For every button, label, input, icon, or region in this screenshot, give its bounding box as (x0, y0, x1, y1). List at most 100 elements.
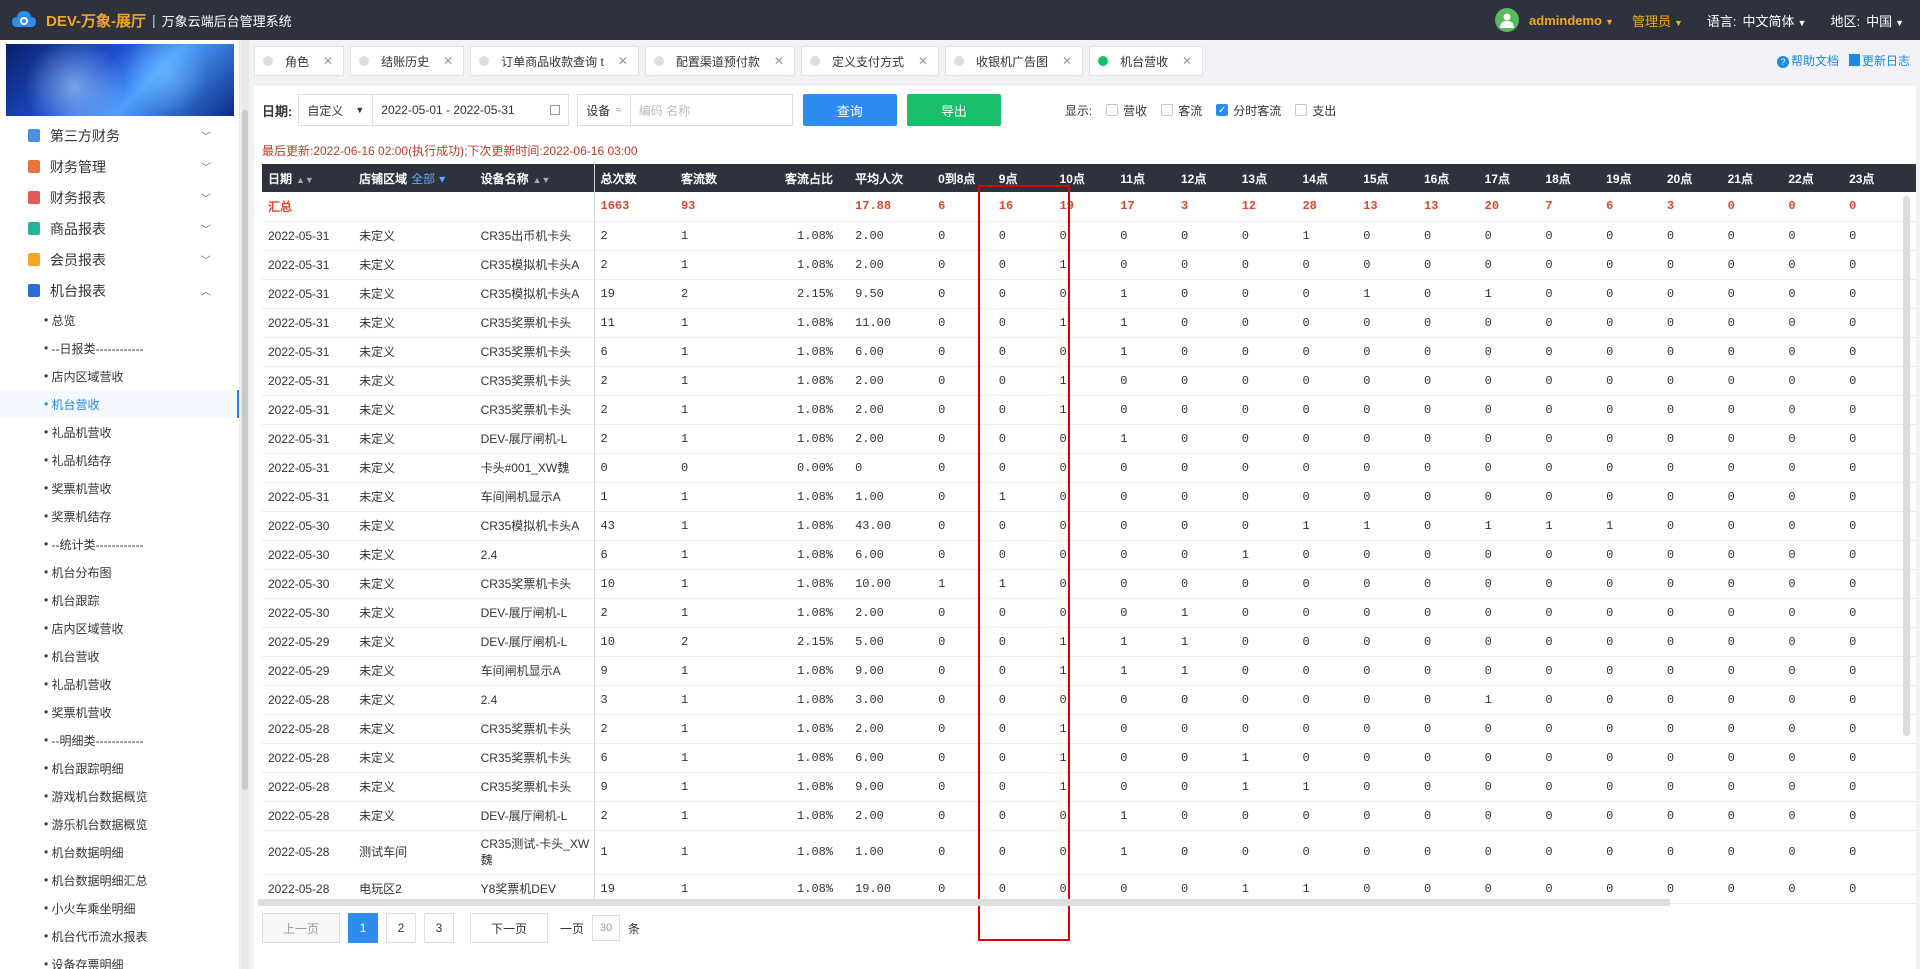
header-hour[interactable]: 19点 (1600, 164, 1661, 192)
next-page-button[interactable]: 下一页 (470, 913, 549, 943)
close-icon[interactable]: ✕ (443, 54, 453, 68)
user-avatar-icon[interactable] (1495, 8, 1520, 32)
table-row[interactable]: 2022-05-31 未定义 CR35奖票机卡头 6 1 1.08% 6.00 0 0 0 1 0 0 0… (262, 337, 1916, 367)
sidebar-sub-item[interactable]: • 机台数据明细汇总 (0, 866, 239, 894)
sidebar-sub-item[interactable]: • 游乐机台数据概览 (0, 810, 239, 838)
header-hour[interactable]: 0到8点 (932, 164, 993, 192)
table-row[interactable]: 2022-05-31 未定义 卡头#001_XW魏 0 0 0.00% 0 0 0 0 0 0 0 0 0 0… (262, 453, 1916, 483)
header-avg[interactable]: 平均人次 (849, 164, 933, 192)
sidebar-sub-item[interactable]: • 礼品机营收 (0, 670, 239, 698)
area-filter-all[interactable]: 全部 (411, 172, 435, 186)
table-row[interactable]: 2022-05-31 未定义 CR35模拟机卡头A 2 1 1.08% 2.00 0 0 1 0 0 0… (262, 250, 1916, 280)
user-menu[interactable]: admindemo ▼ (1529, 13, 1614, 28)
close-icon[interactable]: ✕ (323, 54, 333, 68)
sidebar-sub-item[interactable]: • 机台分布图 (0, 558, 239, 586)
close-icon[interactable]: ✕ (1062, 54, 1072, 68)
sidebar-menu-item[interactable]: 商品报表 ﹀ (0, 213, 239, 244)
table-row[interactable]: 2022-05-31 未定义 CR35奖票机卡头 2 1 1.08% 2.00 0 0 1 0 0 0 0… (262, 395, 1916, 425)
sidebar-sub-item[interactable]: • 机台代币流水报表 (0, 922, 239, 950)
sidebar-sub-item[interactable]: • 机台数据明细 (0, 838, 239, 866)
display-checkbox[interactable]: ✓ 分时客流 (1216, 102, 1281, 119)
sidebar-sub-item[interactable]: • 小火车乘坐明细 (0, 894, 239, 922)
header-hour[interactable]: 22点 (1782, 164, 1844, 192)
page-tab[interactable]: 机台营收 ✕ (1089, 46, 1204, 76)
sidebar-sub-item[interactable]: • 礼品机结存 (0, 446, 239, 474)
sidebar-sub-item[interactable]: • --统计类------------ (0, 530, 239, 558)
header-hour[interactable]: 14点 (1296, 164, 1358, 192)
table-row[interactable]: 2022-05-28 未定义 2.4 3 1 1.08% 3.00 0 0 0 0 0 0 0 0 0 1 0 0 0… (262, 685, 1916, 715)
display-checkbox[interactable]: 客流 (1161, 102, 1202, 119)
table-row[interactable]: 2022-05-28 未定义 CR35奖票机卡头 9 1 1.08% 9.00 0 0 1 0 0 1 1… (262, 772, 1916, 802)
header-count[interactable]: 总次数 (594, 164, 675, 192)
date-mode-select[interactable]: 自定义 ▼ (298, 94, 374, 126)
header-hour[interactable]: 9点 (992, 164, 1054, 192)
horizontal-scrollbar[interactable] (258, 899, 1670, 906)
page-number-button[interactable]: 2 (386, 913, 417, 943)
sidebar-menu-item[interactable]: 会员报表 ﹀ (0, 244, 239, 275)
table-row[interactable]: 2022-05-28 未定义 CR35奖票机卡头 6 1 1.08% 6.00 0 0 1 0 0 1 0… (262, 743, 1916, 773)
page-tab[interactable]: 配置渠道预付款 ✕ (644, 46, 795, 76)
help-doc-link[interactable]: ? 帮助文档 (1776, 52, 1839, 69)
sidebar-menu-item[interactable]: 财务报表 ﹀ (0, 182, 239, 213)
table-row[interactable]: 2022-05-28 未定义 DEV-展厅闸机-L 2 1 1.08% 2.00 0 0 0 1 0 0… (262, 801, 1916, 831)
sidebar-sub-item[interactable]: • 机台跟踪 (0, 586, 239, 614)
sidebar-sub-item[interactable]: • --明细类------------ (0, 726, 239, 754)
logo[interactable]: DEV-万象-展厅 | 万象云端后台管理系统 (0, 7, 292, 33)
chevron-down-icon[interactable]: ▾ (439, 172, 445, 186)
sidebar-sub-item[interactable]: • 机台跟踪明细 (0, 754, 239, 782)
vertical-scrollbar[interactable] (1903, 196, 1910, 736)
table-row[interactable]: 2022-05-29 未定义 车间闸机显示A 9 1 1.08% 9.00 0 0 1 1 1 0 0 0 0… (262, 656, 1916, 686)
close-icon[interactable]: ✕ (618, 54, 628, 68)
sidebar-sub-item[interactable]: • 机台营收 (0, 390, 239, 418)
table-row[interactable]: 2022-05-28 未定义 CR35奖票机卡头 2 1 1.08% 2.00 0 0 1 0 0 0 0… (262, 714, 1916, 744)
sidebar-sub-item[interactable]: • 礼品机营收 (0, 418, 239, 446)
close-icon[interactable]: ✕ (1182, 54, 1192, 68)
header-hour[interactable]: 18点 (1539, 164, 1601, 192)
changelog-link[interactable]: 更新日志 (1848, 52, 1910, 69)
prev-page-button[interactable]: 上一页 (262, 913, 341, 943)
table-row[interactable]: 2022-05-30 未定义 DEV-展厅闸机-L 2 1 1.08% 2.00 0 0 0 0 1 0… (262, 598, 1916, 628)
device-filter-select[interactable]: 设备 ≈ (577, 94, 631, 126)
header-ratio[interactable]: 客流占比 (755, 164, 850, 192)
table-row[interactable]: 2022-05-31 未定义 DEV-展厅闸机-L 2 1 1.08% 2.00 0 0 0 1 0 0… (262, 424, 1916, 454)
header-hour[interactable]: 15点 (1357, 164, 1418, 192)
sidebar-sub-item[interactable]: • 奖票机结存 (0, 502, 239, 530)
display-checkbox[interactable]: 营收 (1106, 102, 1147, 119)
sidebar-sub-item[interactable]: • 总览 (0, 306, 239, 334)
close-icon[interactable]: ✕ (774, 54, 784, 68)
page-tab[interactable]: 结账历史 ✕ (350, 46, 465, 76)
sidebar-sub-item[interactable]: • --日报类------------ (0, 334, 239, 362)
sidebar-menu-item[interactable]: 第三方财务 ﹀ (0, 120, 239, 151)
page-number-button[interactable]: 3 (424, 913, 455, 943)
header-hour[interactable]: 17点 (1478, 164, 1540, 192)
sidebar-sub-item[interactable]: • 游戏机台数据概览 (0, 782, 239, 810)
table-row[interactable]: 2022-05-29 未定义 DEV-展厅闸机-L 10 2 2.15% 5.00 0 0 1 1 1… (262, 627, 1916, 657)
table-row[interactable]: 2022-05-31 未定义 CR35出币机卡头 2 1 1.08% 2.00 0 0 0 0 0 0 1… (262, 221, 1916, 251)
region-select[interactable]: 中国 ▼ (1866, 11, 1904, 30)
header-hour[interactable]: 13点 (1235, 164, 1297, 192)
header-area[interactable]: 店铺区域 全部 ▾ (353, 164, 475, 192)
page-number-button[interactable]: 1 (348, 913, 379, 943)
table-row[interactable]: 2022-05-30 未定义 2.4 6 1 1.08% 6.00 0 0 0 0 0 1 0 0 0 0 0 0 0… (262, 540, 1916, 570)
header-flow[interactable]: 客流数 (674, 164, 756, 192)
sidebar-scrollbar[interactable] (241, 40, 249, 969)
table-row[interactable]: 2022-05-30 未定义 CR35奖票机卡头 10 1 1.08% 10.00 1 1 0 0 0… (262, 569, 1916, 599)
export-button[interactable]: 导出 (906, 94, 1001, 126)
table-row[interactable]: 2022-05-31 未定义 CR35模拟机卡头A 19 2 2.15% 9.50 0 0 0 1 0… (262, 279, 1916, 309)
header-hour[interactable]: 21点 (1721, 164, 1783, 192)
checkbox-icon[interactable] (1106, 104, 1119, 116)
page-tab[interactable]: 定义支付方式 ✕ (800, 46, 940, 76)
page-tab[interactable]: 角色 ✕ (254, 46, 345, 76)
header-hour[interactable]: 23点 (1843, 164, 1916, 192)
language-select[interactable]: 中文简体 ▼ (1743, 11, 1807, 30)
checkbox-icon[interactable] (1295, 104, 1308, 116)
sidebar-sub-item[interactable]: • 奖票机营收 (0, 474, 239, 502)
sidebar-sub-item[interactable]: • 店内区域营收 (0, 614, 239, 642)
sort-icon[interactable]: ▲▼ (296, 175, 314, 185)
header-device[interactable]: 设备名称 ▲▼ (474, 164, 595, 192)
table-row[interactable]: 2022-05-28 测试车间 CR35测试-卡头_XW魏 1 1 1.08% 1.00 0 0… (262, 830, 1916, 875)
sidebar-scroll-thumb[interactable] (242, 110, 248, 790)
per-page-input[interactable]: 30 (592, 915, 621, 941)
role-menu[interactable]: 管理员 ▼ (1632, 11, 1683, 30)
sidebar-menu-item[interactable]: 机台报表 ︿ (0, 275, 239, 306)
